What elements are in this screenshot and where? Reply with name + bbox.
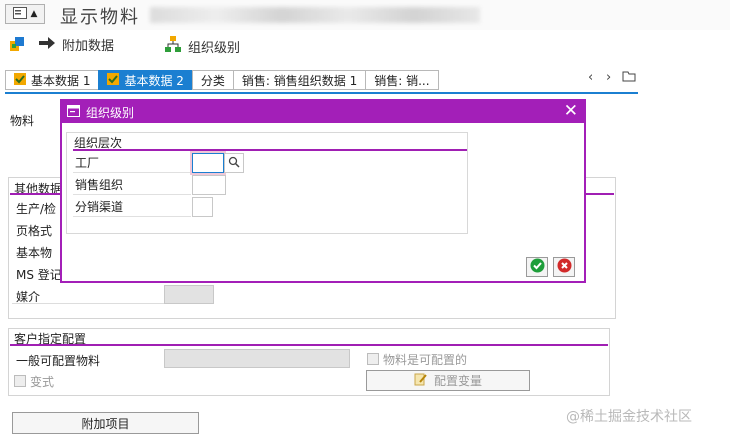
- plant-label: 工厂: [73, 153, 191, 173]
- tab-label: 分类: [200, 73, 225, 88]
- tab-scroll-left-icon[interactable]: ‹: [588, 70, 593, 85]
- row-divider: [12, 303, 164, 304]
- confirm-button[interactable]: [526, 257, 548, 277]
- tab-strip: 基本数据 1 基本数据 2 分类 销售: 销售组织数据 1 销售: 销...: [5, 70, 439, 90]
- watermark: @稀土掘金技术社区: [566, 409, 692, 425]
- group-divider: [10, 344, 608, 346]
- config-variant-label: 配置变量: [433, 374, 482, 388]
- additional-data-button[interactable]: 附加数据: [38, 35, 114, 54]
- close-icon[interactable]: ✕: [564, 102, 578, 120]
- chevron-down-icon: ▲: [30, 9, 38, 19]
- edit-icon: [414, 372, 428, 389]
- additional-items-button[interactable]: 附加项目: [12, 412, 199, 434]
- general-configurable-label: 一般可配置物料: [16, 354, 101, 368]
- distribution-channel-label: 分销渠道: [73, 197, 191, 217]
- variant-checkbox[interactable]: [14, 375, 26, 387]
- tab-classification[interactable]: 分类: [191, 70, 233, 90]
- is-configurable-checkbox[interactable]: [367, 353, 379, 365]
- group-divider: [73, 149, 467, 151]
- plant-input[interactable]: [192, 153, 224, 173]
- media-field[interactable]: [164, 285, 214, 304]
- production-label: 生产/检: [16, 202, 57, 216]
- sales-org-input[interactable]: [192, 175, 226, 195]
- config-variant-button[interactable]: 配置变量: [366, 370, 530, 391]
- material-label: 物料: [10, 114, 35, 128]
- basic-material-label: 基本物: [16, 246, 53, 260]
- page-title: 显示物料: [60, 7, 140, 28]
- title-bar: ▲ 显示物料: [0, 0, 730, 30]
- tab-sales-more[interactable]: 销售: 销...: [365, 70, 439, 90]
- blurred-material-description: [150, 7, 480, 23]
- distribution-channel-input[interactable]: [192, 197, 213, 217]
- application-toolbar: 附加数据 组织级别: [0, 32, 730, 58]
- tab-label: 基本数据 2: [124, 73, 184, 88]
- arrow-right-icon: [38, 36, 56, 54]
- org-hierarchy-group: 组织层次 工厂 销售组织 分销渠道: [66, 132, 468, 234]
- menu-button[interactable]: ▲: [5, 4, 45, 24]
- additional-data-label: 附加数据: [62, 39, 115, 54]
- dialog-window-icon: [67, 104, 80, 120]
- ms-registration-label: MS 登记: [16, 268, 62, 282]
- org-levels-button[interactable]: 组织级别: [164, 35, 240, 57]
- dialog-header: 组织级别 ✕: [62, 101, 584, 123]
- display-change-icon: [8, 35, 26, 57]
- is-configurable-label: 物料是可配置的: [383, 353, 468, 367]
- cancel-circle-icon: [557, 258, 572, 276]
- tab-list-icon[interactable]: [622, 70, 636, 86]
- menu-icon: [12, 6, 27, 22]
- tab-sales-org-1[interactable]: 销售: 销售组织数据 1: [232, 70, 366, 90]
- variant-label: 变式: [30, 375, 55, 389]
- check-icon: [14, 72, 26, 88]
- dialog-title: 组织级别: [86, 105, 135, 120]
- page-format-label: 页格式: [16, 224, 53, 238]
- plant-search-button[interactable]: [224, 153, 244, 173]
- general-configurable-field[interactable]: [164, 349, 350, 368]
- cancel-button[interactable]: [553, 257, 575, 277]
- tab-label: 销售: 销售组织数据 1: [241, 73, 358, 88]
- search-icon: [228, 156, 240, 171]
- sales-org-label: 销售组织: [73, 175, 191, 195]
- tab-scroll-right-icon[interactable]: ›: [606, 70, 611, 85]
- check-icon: [107, 72, 120, 88]
- org-levels-label: 组织级别: [188, 40, 241, 56]
- tab-basic-data-1[interactable]: 基本数据 1: [5, 70, 99, 90]
- tab-label: 基本数据 1: [31, 73, 91, 88]
- org-hierarchy-icon: [164, 35, 182, 57]
- org-levels-dialog: 组织级别 ✕ 组织层次 工厂 销售组织 分销渠道: [60, 99, 586, 283]
- tab-basic-data-2[interactable]: 基本数据 2: [98, 70, 192, 90]
- tab-label: 销售: 销...: [374, 73, 430, 88]
- check-circle-icon: [530, 258, 545, 276]
- toggle-display-button[interactable]: [8, 35, 26, 57]
- additional-items-label: 附加项目: [81, 416, 130, 431]
- tab-underline: [5, 92, 638, 94]
